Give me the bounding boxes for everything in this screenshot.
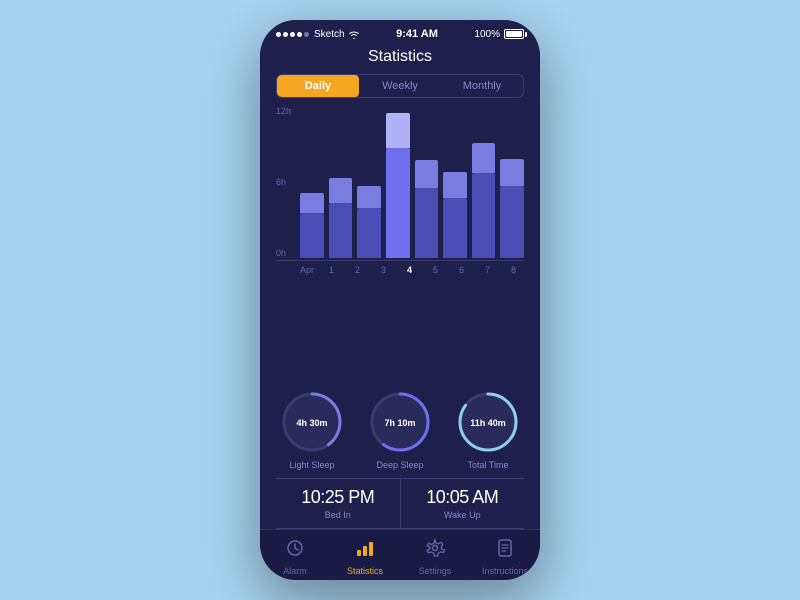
bar-group — [357, 186, 381, 258]
x-label-8: 8 — [503, 265, 524, 275]
nav-item-alarm[interactable]: Alarm — [260, 538, 330, 576]
nav-label-instructions: Instructions — [482, 566, 528, 576]
bar-deep[interactable] — [500, 186, 524, 258]
bar-light[interactable] — [500, 159, 524, 186]
stat-circle-deep-sleep: 7h 10m Deep Sleep — [366, 388, 434, 470]
bar-group — [415, 160, 439, 258]
x-label-2: 2 — [347, 265, 368, 275]
bar-light[interactable] — [386, 113, 410, 148]
y-axis-labels: 12h 6h 0h — [276, 106, 291, 260]
bed-time: 10:25 PM — [276, 487, 400, 508]
tab-monthly[interactable]: Monthly — [441, 75, 523, 97]
stats-circles: 4h 30m Light Sleep 7h 10m Deep Sleep 11h 40m… — [260, 376, 540, 478]
y-label-0h: 0h — [276, 248, 291, 258]
bar-group — [329, 178, 353, 258]
chart-area: 12h 6h 0h Apr 12345678 — [260, 106, 540, 376]
stat-label: Light Sleep — [289, 460, 334, 470]
svg-text:7h 10m: 7h 10m — [384, 418, 415, 428]
status-time: 9:41 AM — [396, 28, 438, 40]
bar-group — [300, 193, 324, 258]
times-row: 10:25 PM Bed In 10:05 AM Wake Up — [276, 478, 524, 529]
page-title: Statistics — [260, 48, 540, 66]
x-axis-labels: Apr 12345678 — [276, 261, 524, 275]
battery-icon — [504, 29, 524, 39]
bar-group — [443, 172, 467, 258]
svg-text:11h 40m: 11h 40m — [470, 418, 506, 428]
period-tabs: Daily Weekly Monthly — [276, 74, 524, 98]
wake-time: 10:05 AM — [401, 487, 525, 508]
bar-light[interactable] — [415, 160, 439, 188]
nav-label-settings: Settings — [419, 566, 452, 576]
nav-label-alarm: Alarm — [283, 566, 307, 576]
bar-group — [500, 159, 524, 258]
x-label-4: 4 — [399, 265, 420, 275]
status-left: Sketch — [276, 29, 360, 40]
bar-deep[interactable] — [386, 148, 410, 258]
settings-icon — [425, 538, 445, 563]
nav-item-instructions[interactable]: Instructions — [470, 538, 540, 576]
bar-deep[interactable] — [300, 213, 324, 258]
bar-light[interactable] — [329, 178, 353, 203]
svg-text:4h 30m: 4h 30m — [296, 418, 327, 428]
bar-deep[interactable] — [443, 198, 467, 258]
bar-group — [472, 143, 496, 258]
y-label-6h: 6h — [276, 177, 291, 187]
bar-deep[interactable] — [357, 208, 381, 258]
status-bar: Sketch 9:41 AM 100% — [260, 20, 540, 44]
bar-light[interactable] — [300, 193, 324, 213]
tab-weekly[interactable]: Weekly — [359, 75, 441, 97]
bar-group — [386, 113, 410, 258]
bar-deep[interactable] — [329, 203, 353, 258]
y-label-12h: 12h — [276, 106, 291, 116]
carrier-label: Sketch — [314, 29, 345, 40]
wake-time-block: 10:05 AM Wake Up — [401, 479, 525, 528]
x-label-1: 1 — [321, 265, 342, 275]
instructions-icon — [495, 538, 515, 563]
x-label-apr: Apr — [300, 265, 314, 275]
bar-chart: 12h 6h 0h — [276, 106, 524, 261]
bar-deep[interactable] — [415, 188, 439, 258]
bed-time-block: 10:25 PM Bed In — [276, 479, 401, 528]
x-label-7: 7 — [477, 265, 498, 275]
bottom-nav: Alarm Statistics Settings Instructions — [260, 529, 540, 580]
header: Statistics — [260, 44, 540, 74]
x-label-3: 3 — [373, 265, 394, 275]
stat-circle-total-time: 11h 40m Total Time — [454, 388, 522, 470]
nav-item-settings[interactable]: Settings — [400, 538, 470, 576]
bed-time-label: Bed In — [276, 510, 400, 520]
bar-light[interactable] — [472, 143, 496, 173]
bar-light[interactable] — [357, 186, 381, 208]
x-label-5: 5 — [425, 265, 446, 275]
stat-label: Total Time — [467, 460, 508, 470]
bars — [300, 106, 524, 260]
battery-label: 100% — [474, 29, 500, 40]
wake-time-label: Wake Up — [401, 510, 525, 520]
tab-daily[interactable]: Daily — [277, 75, 359, 97]
phone-frame: Sketch 9:41 AM 100% Statistics Daily Wee… — [260, 20, 540, 580]
stat-circle-light-sleep: 4h 30m Light Sleep — [278, 388, 346, 470]
bar-deep[interactable] — [472, 173, 496, 258]
wifi-icon — [348, 30, 360, 39]
bar-light[interactable] — [443, 172, 467, 198]
nav-item-statistics[interactable]: Statistics — [330, 538, 400, 576]
x-label-6: 6 — [451, 265, 472, 275]
statistics-icon — [355, 538, 375, 563]
stat-label: Deep Sleep — [376, 460, 423, 470]
alarm-icon — [285, 538, 305, 563]
status-right: 100% — [474, 29, 524, 40]
nav-label-statistics: Statistics — [347, 566, 383, 576]
signal-dots — [276, 32, 309, 37]
